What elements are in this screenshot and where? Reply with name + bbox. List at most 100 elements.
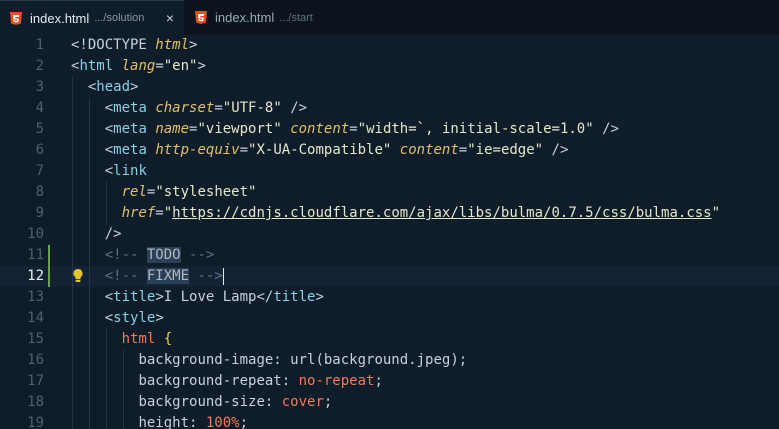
code-token: {: [163, 331, 173, 347]
code-token: url: [290, 352, 316, 368]
code-line[interactable]: 7 <link: [0, 161, 779, 182]
code-line[interactable]: 8 rel="stylesheet": [0, 182, 779, 203]
code-token: ;: [323, 394, 333, 410]
code-token: <: [71, 289, 114, 305]
code-token: title: [273, 289, 316, 305]
code-line[interactable]: 6 <meta http-equiv="X-UA-Compatible" con…: [0, 140, 779, 161]
code-line[interactable]: 4 <meta charset="UTF-8" />: [0, 98, 779, 119]
code-text: <!DOCTYPE html>: [71, 35, 197, 56]
code-token: meta: [113, 100, 147, 116]
indent-guide: [89, 98, 90, 429]
line-number: 12: [27, 268, 44, 284]
code-line[interactable]: 14 <style>: [0, 308, 779, 329]
code-line[interactable]: 1 <!DOCTYPE html>: [0, 35, 779, 56]
code-area[interactable]: 19 height: 100%; 18 background-size: cove…: [0, 35, 779, 429]
code-token: head: [96, 79, 131, 95]
code-token: <: [71, 79, 97, 95]
line-number: 19: [27, 415, 44, 429]
html5-file-icon: [195, 11, 207, 24]
code-token: ": [711, 205, 721, 221]
line-number: 7: [35, 163, 44, 179]
tab-index-start[interactable]: index.html .../start: [185, 0, 360, 35]
line-number: 6: [35, 142, 44, 158]
code-line[interactable]: 18 background-size: cover;: [0, 392, 779, 413]
code-line[interactable]: 19 height: 100%;: [0, 413, 779, 429]
code-token: />: [593, 121, 619, 137]
line-number: 16: [27, 352, 44, 368]
code-text: rel="stylesheet": [71, 182, 257, 203]
code-token: height: [138, 415, 190, 429]
code-token: ": [163, 205, 173, 221]
code-token: :: [281, 373, 299, 389]
modified-line-indicator: [48, 245, 50, 266]
line-number: 11: [27, 247, 44, 263]
line-number: 18: [27, 394, 44, 410]
code-token: >I Love Lamp</: [155, 289, 274, 305]
tab-bar: index.html .../solution × index.html ...…: [0, 0, 779, 35]
code-line[interactable]: 2 <html lang="en">: [0, 56, 779, 77]
code-token: background-size: [138, 394, 265, 410]
code-token: meta: [113, 121, 147, 137]
code-token: "UTF-8": [222, 100, 282, 116]
code-line[interactable]: 9 href="https://cdnjs.cloudflare.com/aja…: [0, 203, 779, 224]
code-text: <!-- FIXME -->: [71, 266, 224, 287]
line-number: 10: [27, 226, 44, 242]
text-cursor: [222, 267, 224, 285]
indent-guide: [123, 350, 124, 429]
code-token: -->: [189, 268, 223, 284]
code-line[interactable]: 5 <meta name="viewport" content="width=`…: [0, 119, 779, 140]
code-line[interactable]: 16 background-image: url(background.jpeg…: [0, 350, 779, 371]
tab-index-solution[interactable]: index.html .../solution ×: [0, 0, 184, 35]
code-token: :: [189, 415, 206, 429]
code-token: "viewport": [197, 121, 282, 137]
code-line[interactable]: 3 <head>: [0, 77, 779, 98]
code-line[interactable]: 12 <!-- FIXME -->: [0, 266, 779, 287]
code-line[interactable]: 11 <!-- TODO -->: [0, 245, 779, 266]
code-text: <link: [71, 161, 147, 182]
tab-title: index.html: [215, 10, 275, 25]
line-number: 3: [35, 79, 44, 95]
line-number: 8: [35, 184, 44, 200]
code-line[interactable]: 17 background-repeat: no-repeat;: [0, 371, 779, 392]
code-token: content: [399, 142, 459, 158]
code-line[interactable]: 10 />: [0, 224, 779, 245]
code-token: meta: [113, 142, 147, 158]
line-number: 2: [35, 58, 44, 74]
code-token: <: [71, 121, 114, 137]
code-token: <: [71, 163, 114, 179]
code-token: =: [155, 205, 164, 221]
code-editor[interactable]: index.html .../solution × index.html ...…: [0, 0, 779, 429]
code-line[interactable]: 13 <title>I Love Lamp</title>: [0, 287, 779, 308]
code-token: (background.jpeg);: [315, 352, 468, 368]
code-token: FIXME: [146, 268, 190, 284]
code-token: />: [543, 142, 569, 158]
code-token: =: [239, 142, 249, 158]
code-token: <!--: [104, 268, 147, 284]
line-number: 4: [35, 100, 44, 116]
code-text: background-repeat: no-repeat;: [71, 371, 382, 392]
code-token: "ie=edge": [467, 142, 544, 158]
code-token: />: [281, 100, 308, 116]
close-icon[interactable]: ×: [166, 10, 174, 26]
code-token: http-equiv: [155, 142, 240, 158]
code-line[interactable]: 15 html {: [0, 329, 779, 350]
code-text: <!-- TODO -->: [71, 245, 214, 266]
code-text: <title>I Love Lamp</title>: [71, 287, 324, 308]
code-token: title: [113, 289, 156, 305]
tab-title: index.html: [30, 10, 90, 26]
code-token: >: [315, 289, 324, 305]
line-number: 5: [35, 121, 44, 137]
html5-file-icon: [10, 11, 22, 25]
code-token: link: [113, 163, 147, 179]
code-token: <: [71, 142, 114, 158]
code-text: background-size: cover;: [71, 392, 332, 413]
code-token: background-image: [138, 352, 274, 368]
line-number: 1: [35, 37, 44, 53]
line-number: 13: [27, 289, 44, 305]
tab-description: .../solution: [94, 12, 145, 24]
